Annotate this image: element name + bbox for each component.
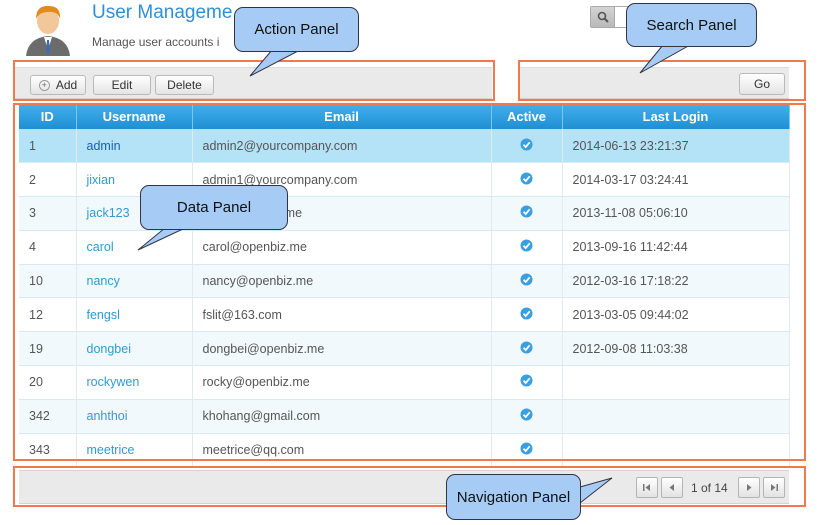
search-panel-callout: Search Panel xyxy=(626,3,757,47)
action-panel-callout: Action Panel xyxy=(234,7,359,52)
navigation-panel-callout: Navigation Panel xyxy=(446,474,581,520)
action-panel-callout-tail xyxy=(137,44,692,505)
data-panel-callout: Data Panel xyxy=(140,185,288,230)
